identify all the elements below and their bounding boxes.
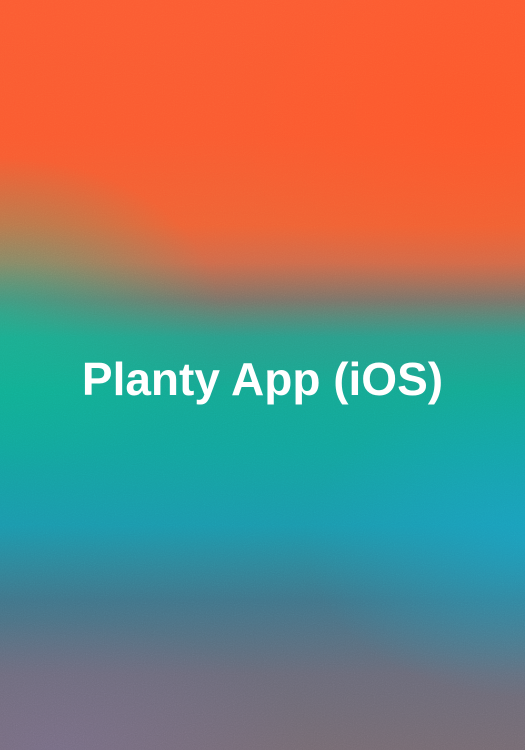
cover-background: Planty App (iOS) bbox=[0, 0, 525, 750]
app-title: Planty App (iOS) bbox=[81, 353, 444, 405]
